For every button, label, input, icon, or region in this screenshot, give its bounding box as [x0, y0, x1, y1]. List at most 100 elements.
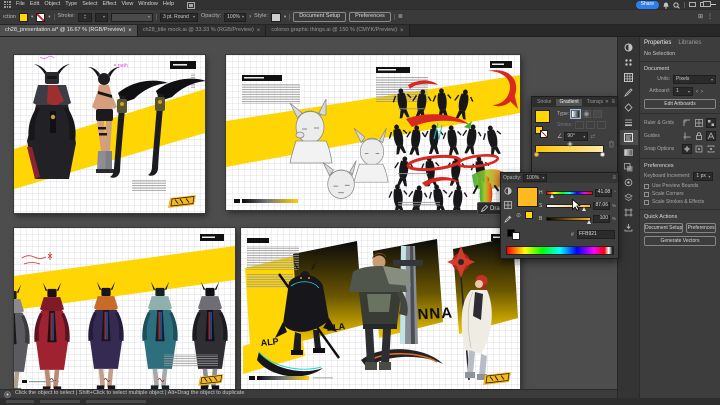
stroke-panel-icon[interactable] [620, 115, 638, 130]
active-color-swatch[interactable] [517, 187, 538, 207]
stroke-within-icon[interactable] [574, 121, 584, 129]
tint-icon[interactable] [503, 186, 512, 195]
gradient-angle-dropdown[interactable]: 90° [564, 132, 589, 141]
edit-artboards-button[interactable]: Edit Artboards [644, 99, 716, 109]
units-dropdown[interactable]: Pixels [673, 75, 716, 84]
artboard-navigation-control[interactable] [40, 400, 80, 403]
menu-window[interactable]: Window [138, 1, 158, 8]
artboard-dropdown[interactable]: 1 [673, 87, 693, 96]
stroke-profile-dropdown[interactable] [94, 12, 108, 22]
saturation-value-field[interactable]: 87.06 [592, 201, 610, 210]
menu-select[interactable]: Select [82, 1, 97, 8]
panel-options-icon[interactable]: ⊞ [698, 14, 703, 20]
graphic-style-swatch[interactable] [270, 12, 281, 22]
artboard-2[interactable] [226, 55, 520, 210]
search-icon[interactable] [673, 0, 680, 14]
artboard-4-artwork[interactable]: ALP BLA ANNA [241, 228, 520, 389]
menu-help[interactable]: Help [163, 1, 174, 8]
character-front-view[interactable] [27, 64, 76, 179]
symbols-panel-icon[interactable] [620, 100, 638, 115]
more-options-icon[interactable]: ⋮ [707, 14, 713, 20]
hex-value-field[interactable]: FFB921 [577, 230, 615, 239]
transparency-panel-icon[interactable] [620, 160, 638, 175]
color-opacity-dropdown[interactable]: 100% [523, 174, 548, 182]
collapse-panel-icon[interactable]: » [605, 99, 608, 105]
close-tab-icon[interactable]: × [128, 28, 132, 34]
layers-panel-icon[interactable] [620, 190, 638, 205]
menu-object[interactable]: Object [44, 1, 60, 8]
tab-stroke[interactable]: Stroke [534, 99, 554, 106]
document-tab-2[interactable]: ch28_title mock.ai @ 33.33 % (RGB/Previe… [137, 25, 267, 36]
pixel-grid-icon[interactable] [706, 118, 716, 128]
artboard-3[interactable] [14, 228, 235, 389]
grid-icon[interactable] [694, 118, 704, 128]
gradient-panel-icon[interactable] [620, 145, 638, 160]
eyedropper-icon[interactable] [503, 214, 512, 223]
menu-type[interactable]: Type [65, 1, 77, 8]
scale-corners-checkbox[interactable] [644, 192, 649, 197]
fill-color-swatch[interactable] [19, 12, 28, 22]
swatches-panel-icon[interactable] [620, 70, 638, 85]
reverse-gradient-icon[interactable]: ⇄ [590, 134, 595, 140]
panel-menu-icon[interactable]: ≡ [611, 99, 615, 105]
snap-to-grid-icon[interactable] [682, 144, 692, 154]
character-variant-4[interactable] [192, 281, 228, 389]
secondary-color-swatch[interactable] [525, 211, 533, 219]
stroke-color-swatch[interactable] [36, 12, 46, 22]
gradient-fill-swatch[interactable] [535, 110, 550, 123]
menu-file[interactable]: File [16, 1, 25, 8]
scale-strokes-effects-checkbox[interactable] [644, 200, 649, 205]
tab-transparency[interactable]: Transparency [584, 99, 604, 106]
share-button[interactable]: Share [635, 0, 659, 9]
workspace-layout-icon[interactable] [700, 1, 711, 7]
brushes-panel-icon[interactable] [620, 85, 638, 100]
document-tab-3[interactable]: colorso graphic things.ai @ 150 % (CMYK/… [266, 25, 410, 36]
align-options-icon[interactable]: ≣ [398, 14, 403, 20]
gradient-slider[interactable] [534, 141, 605, 157]
opacity-expand-icon[interactable]: › [249, 14, 251, 20]
color-panel-icon[interactable] [620, 40, 638, 55]
snap-to-pixel-icon[interactable] [694, 144, 704, 154]
stroke-proxy-swatch[interactable] [540, 130, 548, 138]
brush-preview-dropdown[interactable] [110, 12, 153, 22]
next-artboard-icon[interactable]: › [701, 89, 703, 95]
workspace-switcher-icon[interactable] [187, 0, 196, 14]
previous-artboard-icon[interactable]: ‹ [696, 89, 698, 95]
hue-value-field[interactable]: 41.08 [594, 188, 613, 197]
opacity-dropdown[interactable]: 100% [224, 12, 247, 22]
document-tab-1[interactable]: ch28_presentation.ai* @ 16.67 % (RGB/Pre… [0, 25, 138, 36]
gradient-stop-right[interactable] [600, 152, 605, 157]
color-guide-panel-icon[interactable] [620, 55, 638, 70]
menu-effect[interactable]: Effect [103, 1, 117, 8]
tab-properties[interactable]: Properties [644, 40, 671, 46]
keyboard-increment-field[interactable]: 1 px [693, 172, 714, 181]
quick-preferences-button[interactable]: Preferences [686, 223, 716, 233]
notifications-bell-icon[interactable] [663, 0, 669, 14]
minimize-icon[interactable] [711, 4, 716, 5]
use-preview-bounds-checkbox[interactable] [644, 184, 649, 189]
gradient-midpoint[interactable] [567, 141, 573, 147]
lock-guides-icon[interactable] [694, 131, 704, 141]
brightness-slider[interactable] [545, 216, 591, 224]
style-caret-icon[interactable]: ▾ [284, 14, 286, 20]
hue-slider[interactable] [545, 190, 593, 198]
brush-definition-dropdown[interactable]: 3 pt. Round [159, 12, 198, 22]
asset-export-panel-icon[interactable] [620, 220, 638, 235]
quick-document-setup-button[interactable]: Document Setup [644, 223, 684, 233]
generate-vectors-button[interactable]: Generate Vectors [644, 236, 716, 246]
white-swatch[interactable] [512, 232, 520, 240]
artboard-2-artwork[interactable] [226, 55, 520, 210]
stroke-across-icon[interactable] [596, 121, 606, 129]
freeform-gradient-icon[interactable] [593, 110, 603, 118]
properties-panel-icon[interactable] [619, 130, 638, 145]
zoom-level-control[interactable] [6, 400, 34, 403]
character-variant-3[interactable] [142, 281, 178, 389]
delete-stop-trash-icon[interactable] [608, 140, 615, 148]
artboard-1-artwork[interactable]: path [14, 55, 205, 213]
appearance-panel-icon[interactable] [620, 175, 638, 190]
saturation-slider[interactable] [545, 203, 591, 211]
swatch-grid-icon[interactable] [503, 200, 512, 209]
artboard-3-artwork[interactable] [14, 228, 235, 389]
stroke-weight-stepper[interactable]: ▴ ▾ [77, 12, 92, 22]
tab-gradient[interactable]: Gradient [556, 98, 582, 106]
